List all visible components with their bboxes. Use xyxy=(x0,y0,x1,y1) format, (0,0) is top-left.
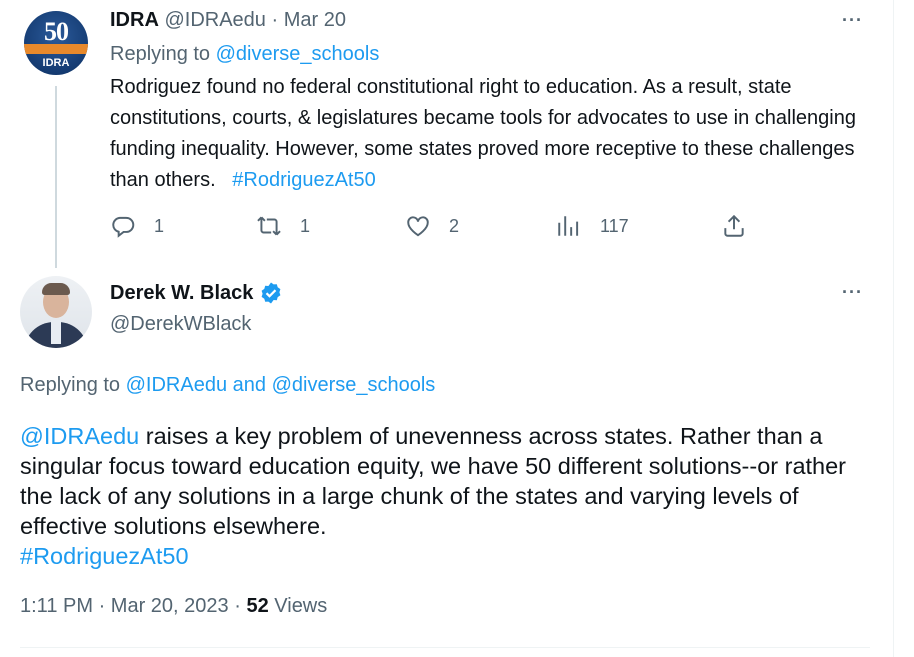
like-button[interactable]: 2 xyxy=(405,211,459,241)
derek-avatar[interactable] xyxy=(20,276,92,348)
tweet1-replying-to: Replying to @diverse_schools xyxy=(110,43,379,66)
tweet2-hashtag-link[interactable]: #RodriguezAt50 xyxy=(20,543,189,569)
tweet1-date[interactable]: Mar 20 xyxy=(284,9,346,31)
meta-separator: · xyxy=(98,595,106,617)
tweet2-replying-to: Replying to @IDRAedu and @diverse_school… xyxy=(20,374,435,397)
replying-prefix: Replying to xyxy=(20,374,121,396)
tweet1-more-button[interactable]: ··· xyxy=(842,10,863,31)
retweet-icon xyxy=(257,216,281,236)
tweet2-mention-link[interactable]: @IDRAedu xyxy=(20,423,139,449)
reply-button[interactable]: 1 xyxy=(110,211,164,241)
tweet2-meta: 1:11 PM · Mar 20, 2023 · 52 Views xyxy=(20,595,327,618)
replying-prefix: Replying to xyxy=(110,43,211,65)
replying-mention-link[interactable]: @diverse_schools xyxy=(216,43,380,65)
tweet2-name-row: Derek W. Black xyxy=(110,281,283,305)
retweet-button[interactable]: 1 xyxy=(256,211,310,241)
tweet1-handle[interactable]: @IDRAedu xyxy=(164,9,265,31)
tweet1-body: Rodriguez found no federal constitutiona… xyxy=(110,76,856,191)
more-icon: ··· xyxy=(842,10,863,30)
avatar-anniversary-number: 50 xyxy=(44,17,69,46)
tweet1-hashtag-link[interactable]: #RodriguezAt50 xyxy=(232,169,375,191)
replying-and[interactable]: and xyxy=(233,374,266,396)
tweet1-separator: · xyxy=(271,9,279,31)
share-button[interactable] xyxy=(721,211,765,241)
meta-separator: · xyxy=(234,595,241,617)
tweet2-divider xyxy=(20,647,870,648)
replying-mention-link-2[interactable]: @diverse_schools xyxy=(272,374,436,396)
like-count: 2 xyxy=(449,215,460,236)
tweet2-text: @IDRAedu raises a key problem of unevenn… xyxy=(20,421,860,571)
replying-mention-link-1[interactable]: @IDRAedu xyxy=(126,374,227,396)
reply-count: 1 xyxy=(154,215,165,236)
tweet1-header: IDRA @IDRAedu · Mar 20 xyxy=(110,9,346,32)
share-icon xyxy=(724,214,744,237)
reply-icon xyxy=(112,216,135,238)
views-icon xyxy=(558,216,579,236)
idra-avatar[interactable]: 50 IDRA xyxy=(24,11,88,75)
timeline-border xyxy=(893,0,894,657)
views-button[interactable]: 117 xyxy=(556,211,629,241)
avatar-logo-text: IDRA xyxy=(42,57,70,69)
tweet2-date[interactable]: Mar 20, 2023 xyxy=(111,595,229,617)
tweet2-time[interactable]: 1:11 PM xyxy=(20,595,93,617)
tweet2-display-name[interactable]: Derek W. Black xyxy=(110,282,253,305)
tweet2-views-label: Views xyxy=(274,595,328,617)
tweet1-text: Rodriguez found no federal constitutiona… xyxy=(110,72,870,196)
verified-badge-icon[interactable] xyxy=(259,281,283,305)
tweet2-views-count: 52 xyxy=(246,595,269,617)
views-count: 117 xyxy=(600,215,629,236)
thread-connector-line xyxy=(55,86,57,268)
tweet2-handle[interactable]: @DerekWBlack xyxy=(110,313,251,336)
tweet2-body: raises a key problem of unevenness acros… xyxy=(20,423,847,539)
tweet2-more-button[interactable]: ··· xyxy=(842,282,863,303)
avatar-ribbon xyxy=(24,44,88,54)
more-icon: ··· xyxy=(842,282,863,302)
heart-icon xyxy=(407,216,429,237)
tweet1-display-name[interactable]: IDRA xyxy=(110,9,159,31)
retweet-count: 1 xyxy=(300,215,311,236)
